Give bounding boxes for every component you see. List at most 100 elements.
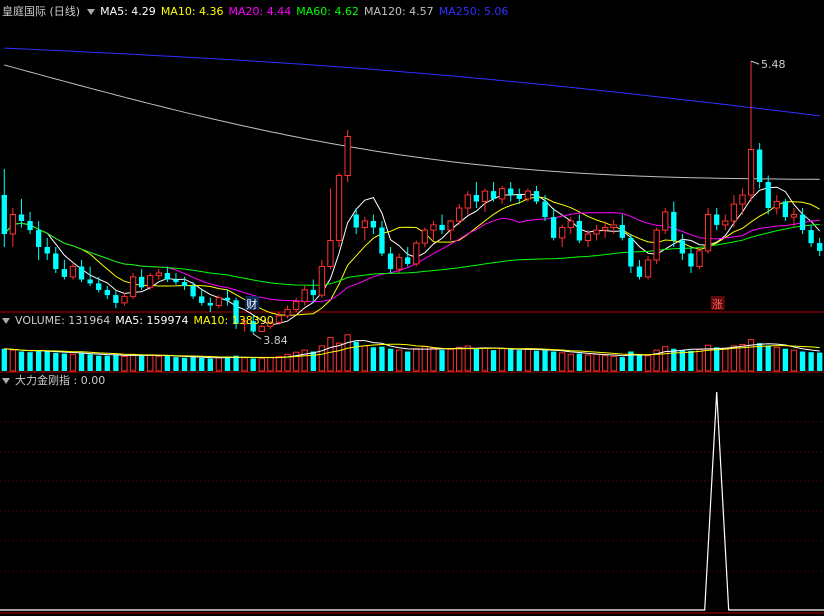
candle-body	[714, 214, 720, 225]
volume-bar	[250, 358, 256, 371]
volume-bar	[35, 350, 42, 371]
candle-body	[129, 276, 137, 297]
volume-bar	[421, 346, 429, 372]
volume-bar	[490, 350, 497, 371]
volume-bar	[576, 353, 583, 371]
candle-body	[481, 190, 489, 203]
volume-group	[1, 334, 823, 372]
collapse-icon[interactable]	[87, 8, 96, 15]
volume-bar	[714, 347, 720, 371]
candle-body	[644, 259, 652, 278]
candle-body	[704, 214, 712, 252]
volume-bar	[679, 350, 686, 371]
candle-body	[301, 289, 308, 303]
volume-bar	[96, 355, 102, 371]
volume-bar	[78, 352, 85, 371]
volume-bar	[113, 354, 119, 371]
candle-body	[619, 224, 625, 238]
volume-bar	[155, 355, 162, 372]
volume-bar	[567, 353, 574, 372]
price-header: 皇庭国际 (日线) MA5: 4.29 MA10: 4.36 MA20: 4.44 MA…	[2, 5, 513, 19]
collapse-icon[interactable]	[2, 317, 10, 324]
volume-bar	[481, 347, 489, 372]
candle-body	[199, 296, 205, 303]
volume-bar	[730, 345, 738, 372]
volume-bar	[550, 351, 557, 371]
candle-body	[361, 220, 368, 228]
volume-bar	[87, 354, 93, 371]
volume-bar	[782, 348, 789, 371]
ma120-line	[4, 64, 820, 180]
candle-body	[310, 289, 316, 296]
volume-bar	[584, 354, 592, 372]
volume-bar	[747, 339, 755, 372]
candle-body	[739, 194, 746, 205]
candle-body	[155, 272, 162, 277]
volume-bar	[533, 350, 540, 371]
volume-bar	[164, 355, 171, 371]
volume-bar	[190, 357, 196, 371]
volume-bar	[524, 348, 532, 372]
volume-bar	[593, 353, 600, 372]
volume-bar	[790, 349, 798, 372]
candle-body	[121, 295, 128, 304]
candle-body	[584, 233, 592, 241]
volume-label: VOLUME: 131964	[15, 314, 111, 327]
low-pointer	[252, 333, 262, 340]
candle-body	[593, 229, 600, 235]
volume-bar	[121, 355, 128, 372]
volume-bar	[671, 348, 677, 371]
candle-body	[395, 256, 403, 270]
volume-bar	[379, 346, 385, 371]
volume-ma10-label: MA10: 138390	[193, 314, 274, 327]
volume-bar	[799, 351, 806, 371]
volume-bar	[335, 342, 343, 372]
candle-body	[27, 221, 33, 231]
volume-bar	[241, 357, 248, 372]
candle-body	[790, 214, 798, 218]
candle-body	[773, 201, 780, 209]
volume-bar	[430, 347, 437, 372]
volume-bar	[662, 346, 669, 372]
candle-body	[413, 242, 420, 265]
candle-body	[53, 253, 59, 270]
financial-report-badge[interactable]: 财	[245, 296, 260, 311]
volume-bar	[44, 351, 50, 371]
volume-bar	[138, 355, 145, 371]
candle-body	[601, 227, 609, 231]
candle-body	[567, 220, 574, 228]
volume-bar	[61, 353, 68, 371]
volume-bar	[370, 347, 377, 371]
volume-bar	[53, 352, 59, 371]
candle-body	[747, 149, 755, 196]
volume-bar	[344, 334, 351, 372]
volume-bar	[773, 346, 780, 372]
volume-bar	[1, 348, 7, 371]
volume-bar	[395, 349, 403, 372]
candle-body	[542, 201, 548, 218]
candle-body	[473, 195, 480, 202]
candle-body	[9, 214, 17, 235]
volume-bar	[473, 348, 480, 371]
volume-bar	[310, 351, 316, 371]
candle-body	[35, 230, 42, 247]
candle-body	[671, 211, 677, 241]
volume-bar	[644, 355, 652, 372]
candle-body	[207, 302, 213, 306]
candle-body	[610, 224, 617, 228]
volume-bar	[559, 352, 566, 372]
candle-body	[1, 195, 7, 234]
volume-bar	[817, 352, 823, 371]
volume-bar	[207, 358, 213, 371]
volume-bar	[9, 349, 17, 372]
limit-up-badge[interactable]: 涨	[710, 296, 725, 311]
candle-body	[516, 195, 522, 199]
volume-bar	[387, 348, 394, 371]
volume-bar	[464, 345, 471, 372]
candle-body	[653, 229, 660, 261]
candle-body	[490, 191, 497, 199]
candle-body	[464, 194, 471, 209]
collapse-icon[interactable]	[2, 377, 10, 384]
candle-body	[662, 211, 669, 231]
volume-bar	[636, 354, 643, 371]
